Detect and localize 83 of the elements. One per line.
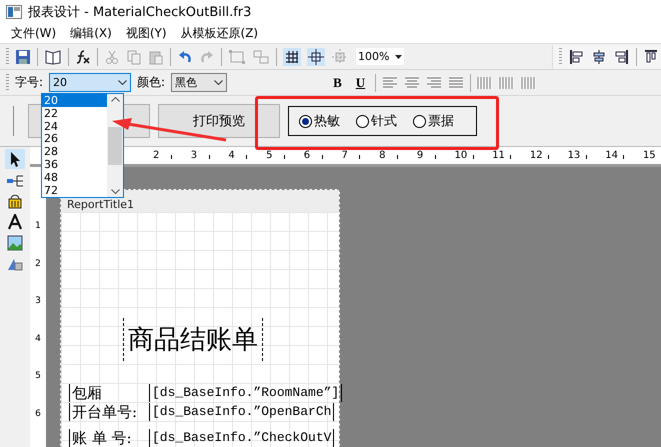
ruler-number: 3 [35, 296, 41, 308]
align-left-icon[interactable] [570, 50, 584, 64]
font-size-option[interactable]: 26 [42, 132, 107, 146]
ruler-number: 4 [228, 150, 266, 161]
ruler-number: 5 [266, 150, 304, 161]
window-title: 报表设计 - MaterialCheckOutBill.fr3 [28, 4, 252, 21]
ruler-number: 2 [35, 258, 41, 271]
zoom-dropdown[interactable]: 100% [355, 47, 406, 66]
ruler-number: 6 [304, 150, 342, 161]
function-icon[interactable] [75, 48, 91, 64]
font-size-option[interactable]: 48 [42, 170, 107, 184]
ruler-number: 13 [568, 150, 606, 161]
ruler-number: 10 [454, 150, 492, 161]
menu-item[interactable]: 从模板还原(Z) [174, 25, 266, 42]
color-label: 颜色: [137, 74, 166, 91]
bold-button[interactable]: B [329, 74, 346, 90]
pointer-icon[interactable] [5, 149, 25, 169]
font-size-dropdown[interactable]: 20 [49, 73, 132, 92]
ruler-number: 8 [379, 150, 417, 161]
undo-icon[interactable] [177, 48, 193, 64]
ruler-number: 6 [35, 408, 41, 421]
ruler-number: 5 [35, 371, 41, 384]
color-dropdown[interactable]: 黑色 [171, 73, 228, 92]
font-size-option[interactable]: 22 [42, 106, 107, 120]
font-size-option[interactable]: 20 [42, 94, 107, 107]
field-label: 开台单号: [69, 403, 138, 421]
save-icon[interactable] [15, 48, 31, 64]
band-header: ReportTitle1 [61, 190, 339, 212]
report-title: 商品结账单 [123, 318, 263, 361]
ruler-number: 15 [642, 150, 661, 161]
data-field: [ds_BaseInfo.”CheckOutV [149, 429, 334, 447]
picture-icon[interactable] [7, 235, 23, 251]
radio-button[interactable] [299, 114, 312, 128]
menu-item[interactable]: 编辑(X) [63, 25, 119, 42]
ruler-number: 3 [190, 150, 228, 161]
field-label: 包厢 [69, 384, 102, 402]
data-field: [ds_BaseInfo.”OpenBarCh [149, 403, 334, 421]
justify-icon[interactable] [448, 76, 464, 90]
font-size-option[interactable]: 36 [42, 158, 107, 171]
radio-option[interactable]: 热敏 [299, 112, 340, 130]
radio-option[interactable]: 票据 [413, 112, 454, 130]
radio-button[interactable] [356, 114, 369, 128]
menu-item[interactable]: 视图(Y) [118, 25, 174, 42]
font-size-option[interactable]: 24 [42, 120, 107, 132]
letter-icon[interactable] [7, 214, 23, 230]
band-icon[interactable] [6, 174, 24, 188]
ruler-number: 9 [416, 150, 454, 161]
ruler-number: 11 [492, 150, 530, 161]
data-field: [ds_BaseInfo.”RoomName”] [149, 384, 342, 402]
book-icon[interactable] [44, 48, 62, 64]
radio-button[interactable] [413, 114, 426, 128]
caret-icon [395, 54, 402, 58]
chevron-icon [118, 80, 128, 85]
print-preview-button[interactable]: 打印预览 [158, 104, 280, 138]
vertical-lines-icon[interactable] [477, 76, 494, 90]
ruler-number: 2 [153, 150, 191, 161]
vertical-lines-icon[interactable] [499, 76, 516, 90]
ruler-number: 14 [605, 150, 643, 161]
scrollbar[interactable] [107, 94, 123, 197]
chevron-down-icon[interactable] [110, 189, 120, 194]
align-text-center-icon[interactable] [404, 76, 420, 90]
ruler-number: 7 [341, 150, 380, 161]
basket-icon[interactable] [7, 193, 23, 209]
app-icon [6, 5, 22, 19]
underline-button[interactable]: U [352, 74, 370, 90]
ruler-number: 4 [35, 334, 41, 346]
font-size-label: 字号: [15, 74, 44, 91]
font-size-option[interactable]: 28 [42, 145, 107, 158]
align-center-icon[interactable] [592, 50, 606, 64]
align-top-icon[interactable] [645, 50, 657, 64]
chevron-icon [214, 80, 224, 85]
field-label: 账 单 号: [69, 429, 132, 447]
ruler-number: 12 [530, 150, 568, 161]
menu-item[interactable]: 文件(W) [4, 25, 64, 42]
align-text-left-icon[interactable] [382, 76, 398, 90]
vertical-lines-icon[interactable] [521, 76, 538, 90]
align-right-icon[interactable] [614, 50, 628, 64]
ruler-number: 1 [35, 221, 41, 233]
chevron-up-icon[interactable] [110, 97, 120, 102]
snap-grid-icon[interactable] [307, 48, 325, 66]
grid-icon[interactable] [283, 48, 301, 66]
radio-option[interactable]: 针式 [356, 112, 397, 130]
align-text-right-icon[interactable] [426, 76, 442, 90]
